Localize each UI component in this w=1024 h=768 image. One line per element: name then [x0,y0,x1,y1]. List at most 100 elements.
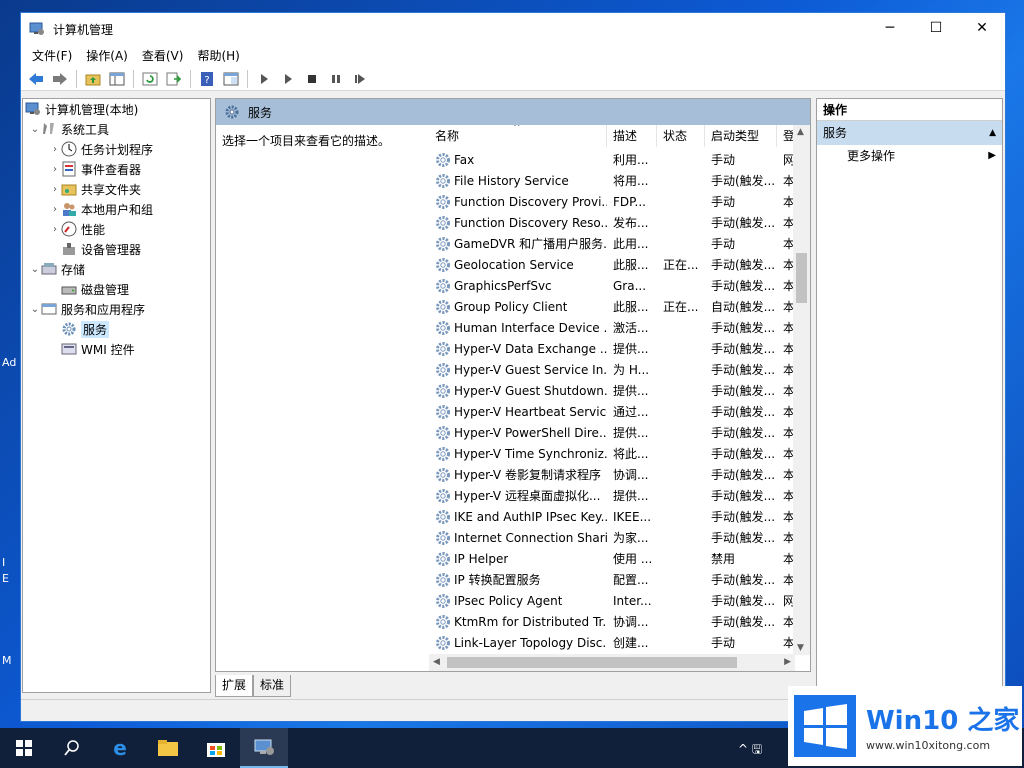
show-hide-tree-icon[interactable] [106,69,128,89]
service-description-cell: 配置... [613,573,649,587]
search-icon[interactable] [48,728,96,768]
column-header-startup-type[interactable]: 启动类型 [705,125,777,147]
service-startup-type-cell: 手动(触发... [711,447,776,461]
table-row[interactable]: Hyper-V 卷影复制请求程序 协调... 手动(触发... 本 [429,464,797,485]
chevron-right-icon[interactable]: › [49,204,61,215]
table-row[interactable]: Hyper-V 远程桌面虚拟化... 提供... 手动(触发... 本 [429,485,797,506]
service-gear-icon [435,572,451,588]
table-row[interactable]: Hyper-V Guest Shutdown... 提供... 手动(触发... 本 [429,380,797,401]
minimize-button[interactable]: ─ [867,13,913,43]
table-row[interactable]: Hyper-V Data Exchange ... 提供... 手动(触发... 本 [429,338,797,359]
horizontal-scrollbar[interactable]: ◀ ▶ [429,654,795,671]
column-header-description[interactable]: 描述 [607,125,657,147]
table-row[interactable]: Group Policy Client 此服... 正在... 自动(触发... 本 [429,296,797,317]
menu-help[interactable]: 帮助(H) [190,45,246,67]
table-row[interactable]: Hyper-V Guest Service In... 为 H... 手动(触发..… [429,359,797,380]
back-arrow-icon[interactable] [25,69,47,89]
scroll-up-icon[interactable]: ▲ [797,127,804,137]
tree-item-storage[interactable]: ⌄ 存储 [23,259,210,279]
edge-icon[interactable]: e [96,728,144,768]
system-tray[interactable]: ^ 🖫 [738,740,762,761]
table-row[interactable]: GameDVR 和广播用户服务... 此用... 手动本 [429,233,797,254]
table-row[interactable]: IKE and AuthIP IPsec Key... IKEE... 手动(触发.… [429,506,797,527]
start-icon[interactable] [0,728,48,768]
folder-up-icon[interactable] [82,69,104,89]
pause-service-icon[interactable] [325,69,347,89]
table-row[interactable]: IP Helper 使用 ... 禁用本 [429,548,797,569]
table-row[interactable]: Hyper-V Heartbeat Service 通过... 手动(触发... 本 [429,401,797,422]
tree-item-wmi-control[interactable]: WMI 控件 [23,339,210,359]
vertical-scroll-thumb[interactable] [796,253,807,303]
column-header-status[interactable]: 状态 [657,125,705,147]
service-gear-icon [435,467,451,483]
chevron-down-icon[interactable]: ⌄ [29,304,41,315]
table-row[interactable]: GraphicsPerfSvc Gra... 手动(触发... 本 [429,275,797,296]
forward-arrow-icon[interactable] [49,69,71,89]
more-actions-item[interactable]: 更多操作 ▶ [817,145,1002,167]
table-row[interactable]: Hyper-V PowerShell Dire... 提供... 手动(触发... 本 [429,422,797,443]
tree-item-local-users[interactable]: › 本地用户和组 [23,199,210,219]
chevron-right-icon[interactable]: › [49,184,61,195]
service-gear-icon [435,404,451,420]
chevron-down-icon[interactable]: ⌄ [29,264,41,275]
tree-item-device-manager[interactable]: 设备管理器 [23,239,210,259]
menu-view[interactable]: 查看(V) [135,45,191,67]
properties-icon[interactable] [220,69,242,89]
table-row[interactable]: IP 转换配置服务 配置... 手动(触发... 本 [429,569,797,590]
services-apps-icon [41,301,57,317]
tab-standard[interactable]: 标准 [253,675,292,697]
scroll-left-icon[interactable]: ◀ [433,657,440,667]
collapse-icon[interactable]: ▲ [989,121,996,145]
chevron-right-icon[interactable]: › [49,144,61,155]
tree-item-computer-management[interactable]: 计算机管理(本地) [23,99,210,119]
table-row[interactable]: IPsec Policy Agent Inter... 手动(触发... 网 [429,590,797,611]
desktop-fragment: M [2,654,12,667]
table-row[interactable]: Function Discovery Provi... FDP... 手动本 [429,191,797,212]
scroll-down-icon[interactable]: ▼ [797,643,804,653]
tree-item-shared-folders[interactable]: › 共享文件夹 [23,179,210,199]
chevron-right-icon[interactable]: › [49,224,61,235]
scroll-right-icon[interactable]: ▶ [784,657,791,667]
table-row[interactable]: Hyper-V Time Synchroniz... 将此... 手动(触发... 本 [429,443,797,464]
horizontal-scroll-thumb[interactable] [447,657,737,668]
tree-item-event-viewer[interactable]: › 事件查看器 [23,159,210,179]
vertical-scrollbar[interactable]: ▲ ▼ [793,125,810,655]
service-description-cell: 激活... [613,321,649,335]
table-row[interactable]: Fax 利用... 手动网 [429,149,797,170]
tree-item-system-tools[interactable]: ⌄ 系统工具 [23,119,210,139]
title-bar[interactable]: 计算机管理 ─ ☐ ✕ [21,13,1005,45]
table-row[interactable]: Human Interface Device ... 激活... 手动(触发... 本 [429,317,797,338]
stop-service-icon[interactable] [301,69,323,89]
tree-item-services[interactable]: 服务 [23,319,210,339]
tree-item-task-scheduler[interactable]: › 任务计划程序 [23,139,210,159]
tab-extended[interactable]: 扩展 [215,675,254,697]
table-row[interactable]: KtmRm for Distributed Tr... 协调... 手动(触发...… [429,611,797,632]
export-list-icon[interactable] [163,69,185,89]
table-row[interactable]: Geolocation Service 此服... 正在... 手动(触发... 本 [429,254,797,275]
chevron-right-icon[interactable]: › [49,164,61,175]
tree-item-disk-management[interactable]: 磁盘管理 [23,279,210,299]
local-users-icon [61,201,77,217]
tree-item-label: 服务 [81,320,110,338]
refresh-icon[interactable] [139,69,161,89]
close-button[interactable]: ✕ [959,13,1005,43]
actions-section-services[interactable]: 服务 ▲ [817,121,1002,145]
store-icon[interactable] [192,728,240,768]
start-service-alt-icon[interactable] [277,69,299,89]
chevron-down-icon[interactable]: ⌄ [29,124,41,135]
table-row[interactable]: Link-Layer Topology Disc... 创建... 手动本 [429,632,797,653]
column-header-name[interactable]: 名称 ^ [429,125,607,147]
table-row[interactable]: Internet Connection Shari... 为家... 手动(触发..… [429,527,797,548]
restart-service-icon[interactable] [349,69,371,89]
file-explorer-icon[interactable] [144,728,192,768]
menu-file[interactable]: 文件(F) [25,45,79,67]
table-row[interactable]: File History Service 将用... 手动(触发... 本 [429,170,797,191]
menu-action[interactable]: 操作(A) [79,45,135,67]
table-row[interactable]: Function Discovery Reso... 发布... 手动(触发... 本 [429,212,797,233]
start-service-icon[interactable] [253,69,275,89]
tree-item-services-apps[interactable]: ⌄ 服务和应用程序 [23,299,210,319]
taskbar-computer-management[interactable] [240,728,288,768]
help-icon[interactable]: ? [196,69,218,89]
tree-item-performance[interactable]: › 性能 [23,219,210,239]
maximize-button[interactable]: ☐ [913,13,959,43]
